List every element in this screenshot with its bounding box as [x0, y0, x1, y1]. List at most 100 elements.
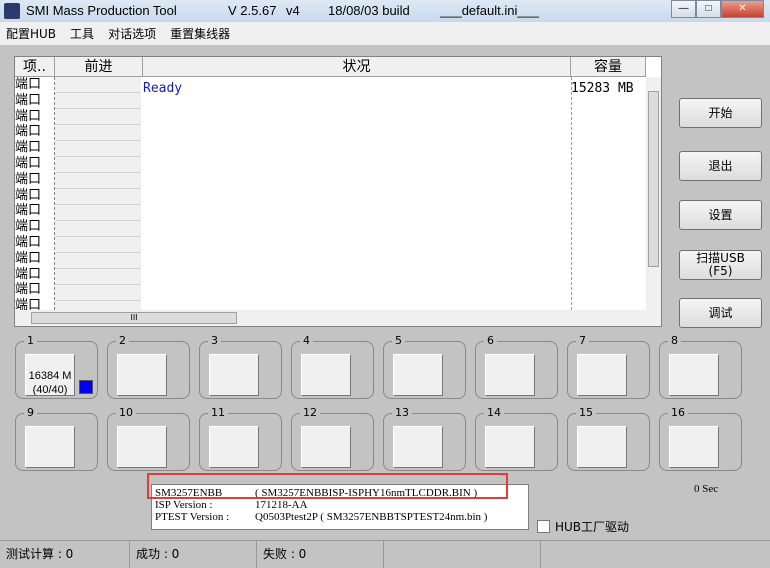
port-list[interactable]: 项.. 前进 状况 容量 端口 端口 端口 端口 端口 端口 端口 端口 端口 端口 端口 端口 端口端…	[14, 56, 662, 327]
build: 18/08/03 build	[328, 3, 410, 18]
progress-cell	[55, 77, 141, 93]
menu-config-hub[interactable]: 配置HUB	[6, 25, 56, 42]
port-row-label: 端口	[15, 155, 42, 171]
port-button[interactable]	[393, 354, 443, 396]
port-button[interactable]	[485, 426, 535, 468]
progress-cell	[55, 285, 141, 301]
port-number: 3	[208, 334, 221, 347]
isp-version: 171218-AA	[255, 499, 308, 511]
maximize-button[interactable]: □	[696, 0, 721, 18]
port-slot[interactable]: 8	[659, 334, 742, 399]
port-slot[interactable]: 1 16384 M (40/40)	[15, 334, 98, 399]
port-button[interactable]	[485, 354, 535, 396]
ptest-version-label: PTEST Version :	[155, 511, 230, 523]
port-button[interactable]	[577, 426, 627, 468]
port-slot[interactable]: 9	[15, 406, 98, 471]
port-slot[interactable]: 10	[107, 406, 190, 471]
debug-button[interactable]: 调试	[679, 298, 762, 328]
horizontal-scroll-thumb[interactable]: III	[31, 312, 237, 324]
port-number: 11	[208, 406, 228, 419]
status-bar: 测试计算 : 0 成功 : 0 失败 : 0	[0, 540, 770, 568]
header-item[interactable]: 项..	[15, 57, 55, 77]
port-number: 15	[576, 406, 596, 419]
hub-driver-checkbox[interactable]: HUB工厂驱动	[537, 518, 629, 535]
port-number: 16	[668, 406, 688, 419]
port-button[interactable]: 16384 M (40/40)	[25, 354, 75, 396]
port-button[interactable]	[577, 354, 627, 396]
port-slot[interactable]: 15	[567, 406, 650, 471]
status-pane-5	[541, 541, 770, 568]
progress-cell	[55, 109, 141, 125]
port-button[interactable]	[301, 426, 351, 468]
port-row-label: 端口	[15, 92, 42, 108]
status-success: 成功 : 0	[130, 541, 257, 568]
capacity-text: 15283 MB	[571, 81, 634, 96]
vertical-scrollbar[interactable]	[646, 77, 661, 310]
progress-cell	[55, 189, 141, 205]
port-slot[interactable]: 12	[291, 406, 374, 471]
port-slot[interactable]: 13	[383, 406, 466, 471]
ptest-version: Q0503Ptest2P ( SM3257ENBBTSPTEST24nm.bin…	[255, 511, 488, 523]
port-slot[interactable]: 11	[199, 406, 282, 471]
progress-cell	[55, 125, 141, 141]
port-slot[interactable]: 7	[567, 334, 650, 399]
progress-cell	[55, 93, 141, 109]
progress-cell	[55, 173, 141, 189]
vertical-scroll-thumb[interactable]	[648, 91, 659, 267]
port-number: 13	[392, 406, 412, 419]
status-test-count: 测试计算 : 0	[0, 541, 130, 568]
menu-tools[interactable]: 工具	[70, 25, 94, 42]
port-button[interactable]	[117, 426, 167, 468]
scan-usb-button[interactable]: 扫描USB (F5)	[679, 250, 762, 280]
port-row-label: 端口	[15, 140, 42, 156]
port-row-label: 端口	[15, 171, 42, 187]
menu-dialog-options[interactable]: 对话选项	[108, 25, 156, 42]
port-button[interactable]	[209, 426, 259, 468]
header-progress[interactable]: 前进	[55, 57, 143, 77]
port-slot[interactable]: 4	[291, 334, 374, 399]
port-status-led	[79, 380, 93, 394]
port-column: 端口 端口 端口 端口 端口 端口 端口 端口 端口 端口 端口 端口 端口 端口 端口	[15, 77, 55, 310]
menu-reset-hub[interactable]: 重置集线器	[170, 25, 230, 42]
port-button[interactable]	[209, 354, 259, 396]
port-slot[interactable]: 5	[383, 334, 466, 399]
settings-button[interactable]: 设置	[679, 200, 762, 230]
port-row-label: 端口	[15, 203, 42, 219]
port-slot[interactable]: 16	[659, 406, 742, 471]
port-button[interactable]	[117, 354, 167, 396]
status-fail: 失败 : 0	[257, 541, 384, 568]
progress-cell	[55, 301, 141, 310]
port-number: 4	[300, 334, 313, 347]
port-slot[interactable]: 14	[475, 406, 558, 471]
port-number: 10	[116, 406, 136, 419]
port-row-label: 端口	[15, 234, 42, 250]
header-capacity[interactable]: 容量	[571, 57, 646, 77]
checkbox-icon[interactable]	[537, 520, 550, 533]
port-button[interactable]	[301, 354, 351, 396]
port-button[interactable]	[25, 426, 75, 468]
progress-cell	[55, 157, 141, 173]
port-button[interactable]	[669, 354, 719, 396]
header-status[interactable]: 状况	[143, 57, 571, 77]
title-bar: SMI Mass Production Tool V 2.5.67 v4 18/…	[0, 0, 770, 22]
progress-cell	[55, 221, 141, 237]
version: V 2.5.67	[228, 3, 277, 18]
progress-cell	[55, 237, 141, 253]
port-slot[interactable]: 3	[199, 334, 282, 399]
start-button[interactable]: 开始	[679, 98, 762, 128]
isp-version-label: ISP Version :	[155, 499, 213, 511]
port-number: 5	[392, 334, 405, 347]
close-button[interactable]: ✕	[721, 0, 764, 18]
hub-driver-label: HUB工厂驱动	[555, 520, 630, 534]
port-button[interactable]	[669, 426, 719, 468]
ini-file: ___default.ini___	[440, 3, 540, 18]
horizontal-scrollbar[interactable]: III	[15, 310, 661, 326]
port-slot[interactable]: 6	[475, 334, 558, 399]
port-slot[interactable]: 2	[107, 334, 190, 399]
port-row-label: 端口	[15, 124, 42, 140]
minimize-button[interactable]: —	[671, 0, 696, 18]
port-button[interactable]	[393, 426, 443, 468]
status-text: Ready	[143, 81, 183, 96]
exit-button[interactable]: 退出	[679, 151, 762, 181]
port-row-label: 端口	[15, 298, 42, 310]
